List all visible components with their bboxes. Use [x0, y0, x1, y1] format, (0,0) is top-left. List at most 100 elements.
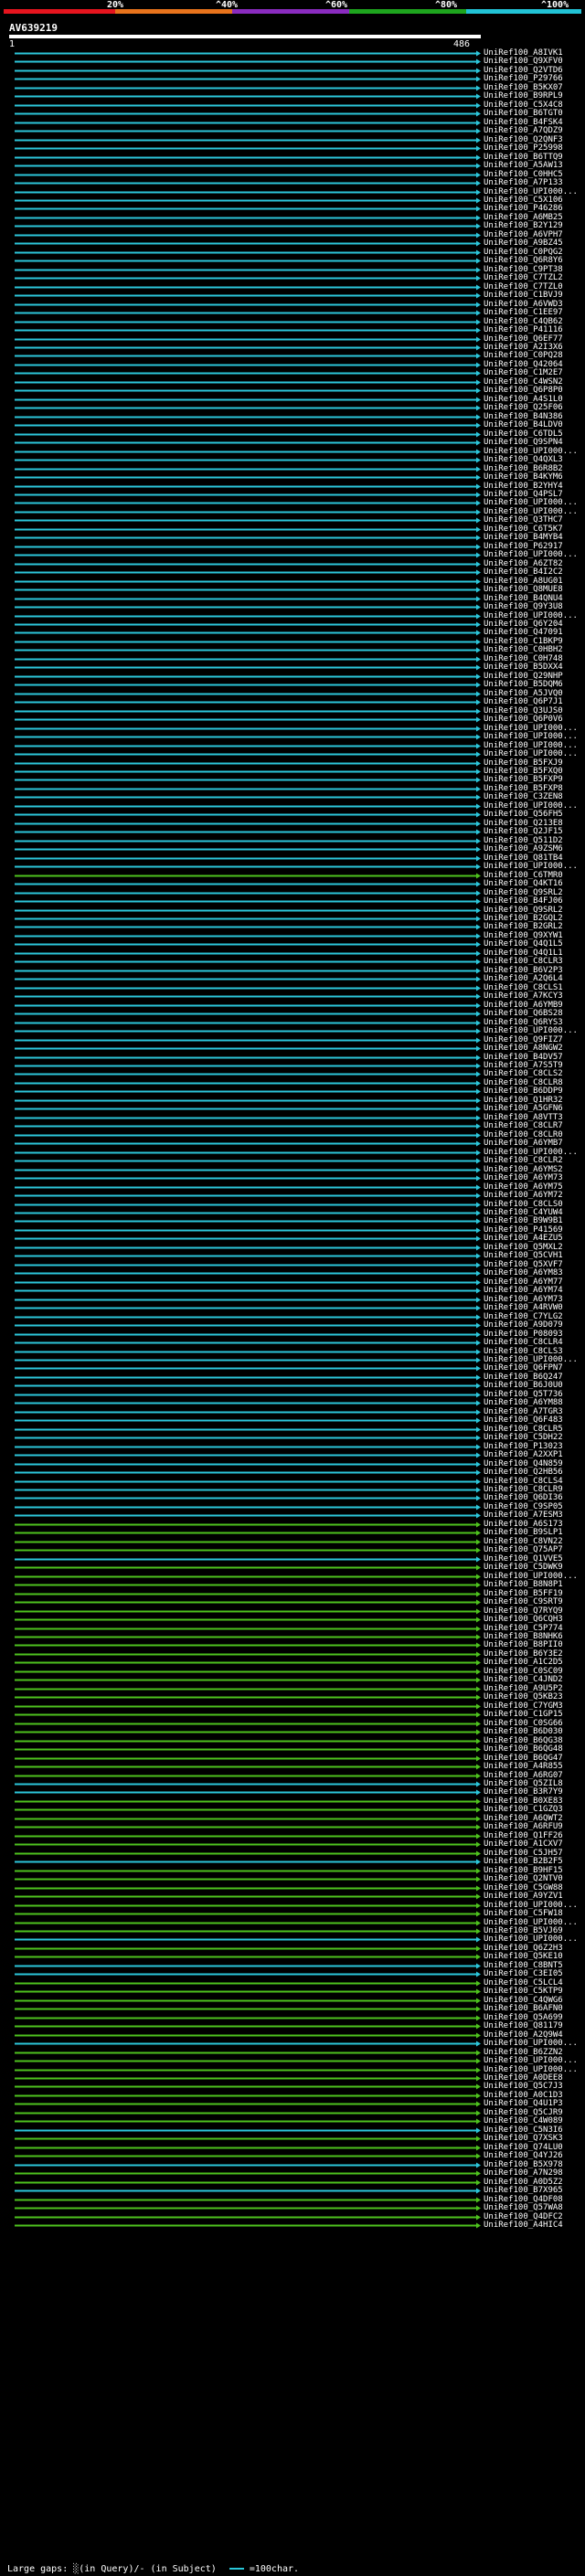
- hit-arrow-icon: [476, 924, 481, 930]
- hit-arrow-icon: [476, 535, 481, 541]
- hit-arrow-icon: [476, 1080, 481, 1087]
- hit-arrow-icon: [476, 2136, 481, 2142]
- hit-arrow-icon: [476, 1435, 481, 1441]
- hit-arrow-icon: [476, 873, 481, 879]
- hit-arrow-icon: [476, 2145, 481, 2151]
- hit-arrow-icon: [476, 898, 481, 905]
- hit-arrow-icon: [476, 1210, 481, 1216]
- hit-label[interactable]: UniRef100_A4HIC4: [484, 2221, 563, 2231]
- hit-arrow-icon: [476, 2127, 481, 2134]
- hit-arrow-icon: [476, 1279, 481, 1286]
- hit-arrow-icon: [476, 621, 481, 628]
- hit-arrow-icon: [476, 1547, 481, 1553]
- hit-arrow-icon: [476, 1729, 481, 1735]
- hit-arrow-icon: [476, 596, 481, 602]
- hit-arrow-icon: [476, 786, 481, 792]
- hit-arrow-icon: [476, 838, 481, 844]
- hit-arrow-icon: [476, 985, 481, 991]
- hit-list: UniRef100_A8IVK1 UniRef100_Q9XFV0 UniRef10…: [0, 0, 585, 2576]
- hit-arrow-icon: [476, 1936, 481, 1943]
- hit-arrow-icon: [476, 716, 481, 723]
- hit-arrow-icon: [476, 1703, 481, 1710]
- hit-arrow-icon: [476, 726, 481, 732]
- hit-arrow-icon: [476, 1365, 481, 1372]
- hit-arrow-icon: [476, 1850, 481, 1857]
- hit-arrow-icon: [476, 275, 481, 281]
- hit-arrow-icon: [476, 292, 481, 299]
- hit-arrow-icon: [476, 855, 481, 862]
- hit-arrow-icon: [476, 2067, 481, 2073]
- hit-arrow-icon: [476, 223, 481, 229]
- hit-arrow-icon: [476, 1140, 481, 1147]
- hit-arrow-icon: [476, 1807, 481, 1813]
- hit-arrow-icon: [476, 483, 481, 490]
- hit-arrow-icon: [476, 1045, 481, 1052]
- hit-arrow-icon: [476, 959, 481, 965]
- hit-arrow-icon: [476, 1305, 481, 1311]
- hit-arrow-icon: [476, 457, 481, 463]
- hit-arrow-icon: [476, 2214, 481, 2221]
- legend-scale-line: [229, 2568, 244, 2570]
- hit-arrow-icon: [476, 1963, 481, 1969]
- hit-arrow-icon: [476, 950, 481, 957]
- hit-arrow-icon: [476, 1521, 481, 1528]
- hit-arrow-icon: [476, 1444, 481, 1450]
- hit-arrow-icon: [476, 639, 481, 645]
- hit-arrow-icon: [476, 1694, 481, 1701]
- hit-arrow-icon: [476, 154, 481, 161]
- hit-arrow-icon: [476, 1617, 481, 1623]
- hit-arrow-icon: [476, 933, 481, 939]
- hit-arrow-icon: [476, 993, 481, 1000]
- hit-arrow-icon: [476, 1669, 481, 1675]
- hit-arrow-icon: [476, 1677, 481, 1683]
- hit-arrow-icon: [476, 120, 481, 126]
- hit-arrow-icon: [476, 1764, 481, 1770]
- hit-arrow-icon: [476, 1798, 481, 1805]
- hit-arrow-icon: [476, 517, 481, 524]
- hit-arrow-icon: [476, 431, 481, 438]
- hit-arrow-icon: [476, 137, 481, 143]
- hit-arrow-icon: [476, 1626, 481, 1632]
- hit-arrow-icon: [476, 2197, 481, 2203]
- hit-arrow-icon: [476, 656, 481, 663]
- hit-arrow-icon: [476, 440, 481, 446]
- hit-arrow-icon: [476, 561, 481, 567]
- hit-arrow-icon: [476, 682, 481, 688]
- hit-arrow-icon: [476, 1123, 481, 1129]
- hit-arrow-icon: [476, 345, 481, 351]
- hit-arrow-icon: [476, 449, 481, 455]
- hit-arrow-icon: [476, 2041, 481, 2047]
- hit-arrow-icon: [476, 397, 481, 403]
- hit-arrow-icon: [476, 327, 481, 334]
- hit-arrow-icon: [476, 1824, 481, 1830]
- hit-arrow-icon: [476, 1349, 481, 1355]
- hit-arrow-icon: [476, 2179, 481, 2186]
- hit-arrow-icon: [476, 976, 481, 982]
- hit-arrow-icon: [476, 1479, 481, 1485]
- hit-arrow-icon: [476, 492, 481, 498]
- hit-arrow-icon: [476, 1504, 481, 1511]
- hit-arrow-icon: [476, 2093, 481, 2099]
- hit-arrow-icon: [476, 2170, 481, 2177]
- hit-arrow-icon: [476, 1495, 481, 1501]
- hit-arrow-icon: [476, 941, 481, 948]
- hit-arrow-icon: [476, 2118, 481, 2125]
- hit-arrow-icon: [476, 1020, 481, 1026]
- hit-arrow-icon: [476, 1928, 481, 1935]
- hit-arrow-icon: [476, 1245, 481, 1251]
- hit-arrow-icon: [476, 1487, 481, 1493]
- hit-arrow-icon: [476, 2153, 481, 2159]
- hit-arrow-icon: [476, 414, 481, 420]
- hit-arrow-icon: [476, 163, 481, 169]
- hit-arrow-icon: [476, 1530, 481, 1536]
- legend-scale-text: =100char.: [249, 2564, 300, 2574]
- hit-arrow-icon: [476, 1556, 481, 1563]
- hit-arrow-icon: [476, 1253, 481, 1259]
- hit-arrow-icon: [476, 189, 481, 196]
- hit-arrow-icon: [476, 1055, 481, 1061]
- hit-arrow-icon: [476, 1885, 481, 1892]
- hit-arrow-icon: [476, 1331, 481, 1338]
- hit-arrow-icon: [476, 1218, 481, 1224]
- hit-arrow-icon: [476, 1876, 481, 1882]
- hit-arrow-icon: [476, 1634, 481, 1640]
